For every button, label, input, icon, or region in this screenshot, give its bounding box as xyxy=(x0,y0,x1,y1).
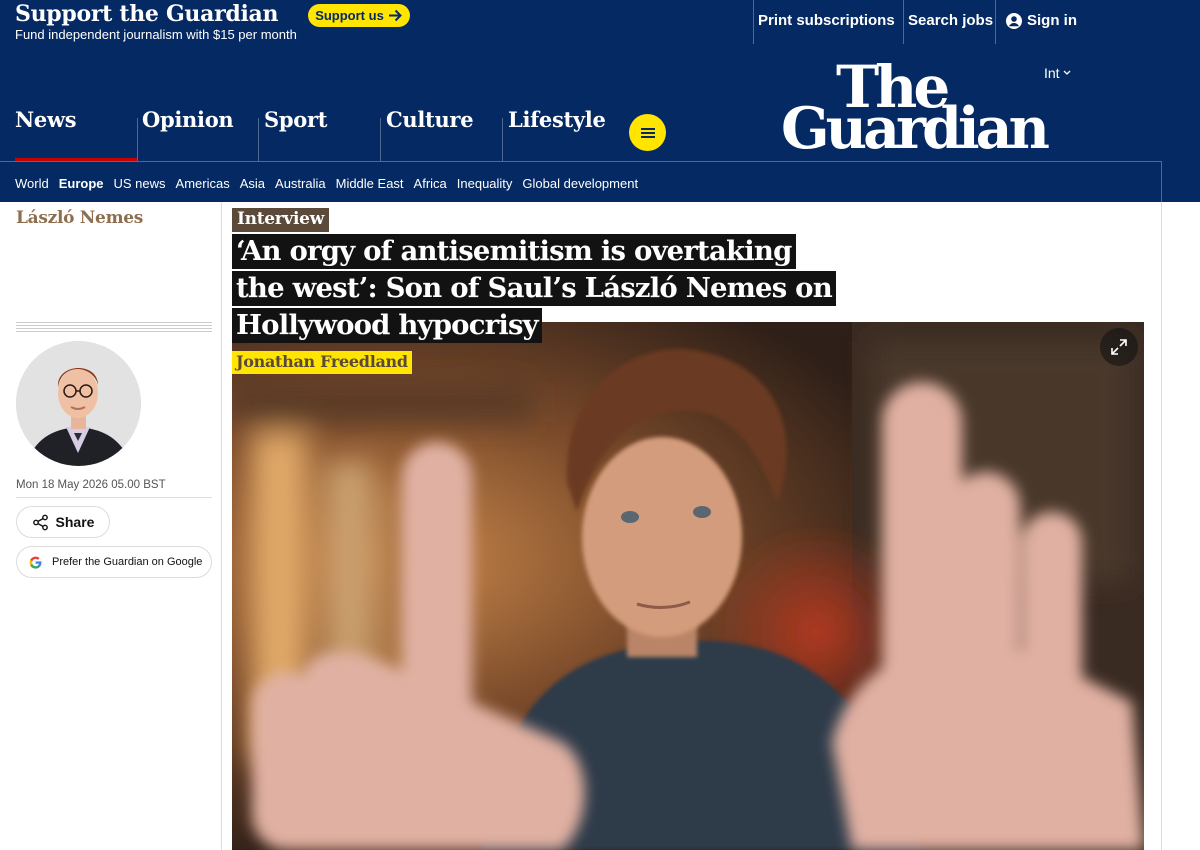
chevron-down-icon xyxy=(1063,70,1071,75)
series-name[interactable]: László Nemes xyxy=(16,208,143,228)
pillar-opinion[interactable]: Opinion xyxy=(142,107,234,132)
support-us-button[interactable]: Support us xyxy=(308,4,410,27)
search-jobs-label: Search jobs xyxy=(908,12,994,29)
meta-divider xyxy=(16,497,212,498)
share-label: Share xyxy=(55,514,95,530)
edition-selector[interactable]: Int xyxy=(1044,65,1071,81)
arrow-right-icon xyxy=(388,9,402,22)
support-subtitle: Fund independent journalism with $15 per… xyxy=(15,27,297,42)
subnav-edge xyxy=(1161,161,1162,202)
support-us-label: Support us xyxy=(315,8,384,23)
pillar-lifestyle[interactable]: Lifestyle xyxy=(508,107,606,132)
pillar-news[interactable]: News xyxy=(15,107,77,132)
user-icon xyxy=(1006,12,1022,29)
subnav-us-news[interactable]: US news xyxy=(114,176,166,191)
top-divider xyxy=(753,0,754,44)
article-kicker: Interview xyxy=(232,208,330,232)
support-banner: Support the Guardian Fund independent jo… xyxy=(0,0,1200,52)
subnav: World Europe US news Americas Asia Austr… xyxy=(15,176,638,191)
column-divider xyxy=(1161,202,1162,850)
pillar-divider xyxy=(380,118,381,162)
top-divider xyxy=(995,0,996,44)
google-icon xyxy=(29,556,42,569)
support-title: Support the Guardian xyxy=(15,1,279,27)
subnav-australia[interactable]: Australia xyxy=(275,176,326,191)
pillar-divider xyxy=(502,118,503,162)
subnav-middle-east[interactable]: Middle East xyxy=(336,176,404,191)
meta-lines xyxy=(16,322,212,334)
hamburger-icon xyxy=(640,127,655,138)
author-avatar xyxy=(16,341,141,466)
edition-label: Int xyxy=(1044,65,1060,81)
subnav-asia[interactable]: Asia xyxy=(240,176,265,191)
headline-text: ‘An orgy of antisemitism is overtaking t… xyxy=(232,234,836,343)
pillar-divider xyxy=(137,118,138,162)
main-photo xyxy=(232,322,1144,850)
prefer-guardian-label: Prefer the Guardian on Google xyxy=(52,556,203,568)
sign-in-label: Sign in xyxy=(1027,12,1077,29)
subnav-divider xyxy=(0,161,1162,162)
sign-in-link[interactable]: Sign in xyxy=(1006,12,1077,29)
subnav-americas[interactable]: Americas xyxy=(176,176,230,191)
pillar-divider xyxy=(258,118,259,162)
menu-button[interactable] xyxy=(629,114,666,151)
search-jobs-link[interactable]: Search jobs xyxy=(908,12,993,29)
top-divider xyxy=(903,0,904,44)
subnav-europe[interactable]: Europe xyxy=(59,176,104,191)
main-image xyxy=(232,322,1144,850)
print-subscriptions-link[interactable]: Print subscriptions xyxy=(758,12,895,29)
share-button[interactable]: Share xyxy=(16,506,110,538)
subnav-global-development[interactable]: Global development xyxy=(522,176,638,191)
expand-image-button[interactable] xyxy=(1100,328,1138,366)
pillar-sport[interactable]: Sport xyxy=(264,107,327,132)
column-divider xyxy=(221,202,222,850)
logo-guardian: Guardian xyxy=(781,95,1050,162)
subnav-africa[interactable]: Africa xyxy=(414,176,447,191)
subnav-world[interactable]: World xyxy=(15,176,49,191)
byline[interactable]: Jonathan Freedland xyxy=(232,351,412,374)
author-portrait xyxy=(16,341,141,466)
print-subscriptions-label: Print subscriptions xyxy=(758,12,895,29)
publish-date: Mon 18 May 2026 05.00 BST xyxy=(16,479,166,491)
masthead: News Opinion Sport Culture Lifestyle Int… xyxy=(0,52,1200,202)
article-headline: ‘An orgy of antisemitism is overtaking t… xyxy=(232,233,836,344)
pillar-culture[interactable]: Culture xyxy=(386,107,474,132)
share-icon xyxy=(32,514,48,530)
subnav-inequality[interactable]: Inequality xyxy=(457,176,513,191)
expand-icon xyxy=(1111,339,1127,355)
prefer-guardian-google-button[interactable]: Prefer the Guardian on Google xyxy=(16,546,212,578)
